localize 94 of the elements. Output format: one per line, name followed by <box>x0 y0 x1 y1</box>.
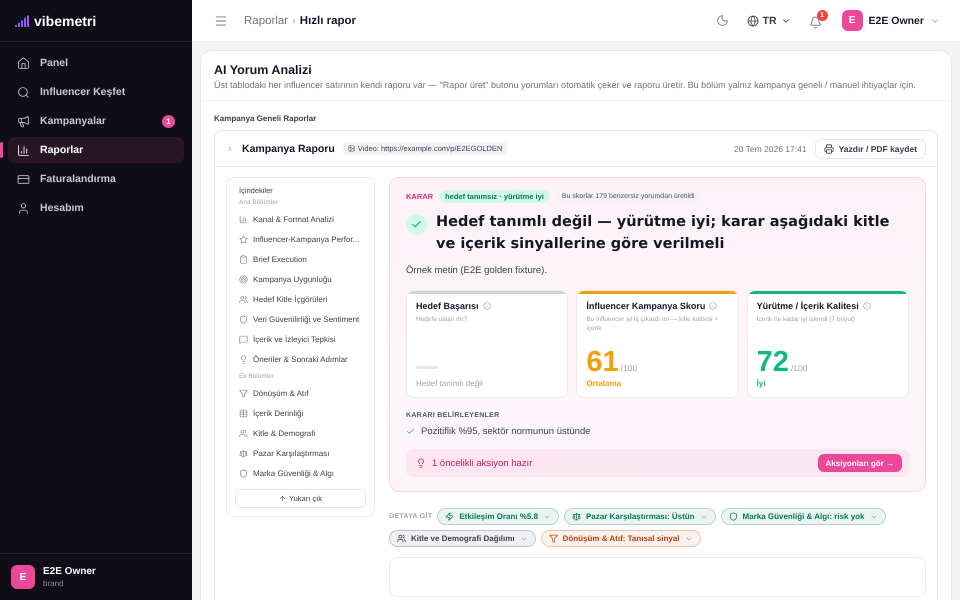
toc-link[interactable]: Dönüşüm & Atıf <box>235 383 366 403</box>
funnel-icon <box>548 534 558 543</box>
lightbulb-icon <box>239 354 248 364</box>
detail-chip[interactable]: Marka Güvenliği & Algı: risk yok <box>720 508 886 525</box>
detail-chip[interactable]: Dönüşüm & Atıf: Tanısal sinyal <box>540 530 700 547</box>
check-icon <box>406 427 415 436</box>
bar-chart-icon <box>239 214 248 224</box>
toc-link[interactable]: Influencer-Kampanya Perfor... <box>235 229 366 249</box>
action-text: 1 öncelikli aksiyon hazır <box>432 458 534 468</box>
info-icon[interactable] <box>862 302 871 310</box>
detail-chip[interactable]: Etkileşim Oranı %5.8 <box>437 508 560 525</box>
detail-chip[interactable]: Pazar Karşılaştırması: Üstün <box>564 508 716 525</box>
star-icon <box>239 234 248 244</box>
score-rating: Ortalama <box>586 379 622 388</box>
user-menu-button[interactable]: E E2E Owner <box>842 10 940 31</box>
shield-icon <box>728 512 738 521</box>
score-value: 61 <box>586 348 619 376</box>
language-button[interactable]: TR <box>744 12 793 28</box>
printer-icon <box>824 144 834 154</box>
table-icon <box>239 408 248 418</box>
toc-link[interactable]: Brief Execution <box>235 249 366 269</box>
toc-link[interactable]: İçerik Derinliği <box>235 403 366 423</box>
nav-icon <box>17 172 30 186</box>
lightbulb-icon <box>416 458 426 468</box>
bell-icon <box>808 16 822 29</box>
score-title: Hedef Başarısı <box>416 301 479 311</box>
score-rating: İyi <box>756 379 767 388</box>
report-title: Kampanya Raporu <box>242 142 335 154</box>
info-icon[interactable] <box>482 302 491 310</box>
nav-icon <box>17 202 30 214</box>
page-description: Üst tablodaki her influencer satırının kendi raporu var — "Rapor üret" butonu yorumları otomatik çeker ve raporu üretir. Bu bölüm yalnız kampanya geneli / manuel ihtiyaçlar için. <box>214 80 917 90</box>
section-title: Kampanya Geneli Raporlar <box>214 114 318 123</box>
nav-item[interactable]: Panel <box>8 50 184 76</box>
scale-icon <box>572 512 582 521</box>
toc-link[interactable]: İçerik ve İzleyici Tepkisi <box>235 329 366 349</box>
target-icon <box>239 274 248 284</box>
bolt-icon <box>445 512 454 521</box>
detail-chip[interactable]: Kitle ve Demografi Dağılımı <box>389 530 536 547</box>
funnel-icon <box>239 388 248 398</box>
score-value: 72 <box>756 348 789 376</box>
logo-bars-icon <box>15 14 29 26</box>
score-scale: /100 <box>620 363 638 373</box>
scale-icon <box>239 448 248 458</box>
moon-icon <box>716 14 729 27</box>
shield-icon <box>239 468 248 478</box>
toc-link[interactable]: Öneriler & Sonraki Adımlar <box>235 349 366 369</box>
report-date: 20 Tem 2026 17:41 <box>734 144 807 154</box>
score-rating: Hedef tanımlı değil <box>416 379 484 388</box>
toc-link[interactable]: Pazar Karşılaştırması <box>235 443 366 463</box>
score-scale: /100 <box>790 363 808 373</box>
toc-link[interactable]: Kanal & Format Analizi <box>235 209 366 229</box>
users-icon <box>239 294 248 304</box>
nav-item[interactable]: Influencer Keşfet <box>8 79 184 105</box>
toc-link[interactable]: Marka Güvenliği & Algı <box>235 463 366 483</box>
factor-text: Pozitiflik %95, sektör normunun üstünde <box>421 426 591 437</box>
actions-button[interactable]: Aksiyonları gör → <box>818 454 902 472</box>
clipboard-icon <box>239 254 248 264</box>
score-title: Yürütme / İçerik Kalitesi <box>756 301 859 311</box>
breadcrumb-link[interactable]: Hızlı rapor <box>300 14 356 26</box>
image-icon <box>348 145 355 152</box>
toc-link[interactable]: Kampanya Uygunluğu <box>235 269 366 289</box>
info-icon[interactable] <box>709 302 718 310</box>
breadcrumb-link[interactable]: Raporlar <box>244 14 288 26</box>
toc-link[interactable]: Veri Güvenilirliği ve Sentiment <box>235 309 366 329</box>
score-title: İnfluencer Kampanya Skoru <box>586 301 706 311</box>
globe-icon <box>746 14 759 26</box>
chat-bubble-icon <box>239 334 248 344</box>
decision-headline: Hedef tanımlı değil — yürütme iyi; karar aşağıdaki kitle ve içerik sinyallerine göre verilmeli <box>436 213 890 254</box>
user-name: E2E Owner <box>43 566 96 577</box>
nav-item[interactable]: Kampanyalar 1 <box>8 108 184 134</box>
count-badge: 1 <box>162 114 175 128</box>
sample-text: Örnek metin (E2E golden fixture). <box>406 265 548 276</box>
user-role: brand <box>43 579 64 588</box>
brand-name: vibemetri <box>34 12 96 28</box>
user-avatar: E <box>842 10 863 31</box>
nav-item[interactable]: Hesabım <box>8 195 184 221</box>
nav-icon <box>17 114 30 128</box>
toc-link[interactable]: Kitle & Demografi <box>235 423 366 443</box>
print-button[interactable]: Yazdır / PDF kaydet <box>814 138 926 158</box>
nav-icon <box>17 144 30 156</box>
menu-icon <box>214 14 228 28</box>
users-icon <box>397 534 406 543</box>
user-avatar: E <box>11 565 35 589</box>
check-icon <box>406 214 427 235</box>
nav-item[interactable]: Faturalandırma <box>8 166 184 192</box>
breadcrumb-separator: › <box>292 14 296 26</box>
shield-icon <box>239 314 248 324</box>
arrow-up-icon <box>279 495 286 502</box>
expand-icon[interactable] <box>226 144 234 152</box>
toc-link[interactable]: Hedef Kitle İçgörüleri <box>235 289 366 309</box>
page-title: AI Yorum Analizi <box>214 63 313 77</box>
nav-icon <box>17 86 30 98</box>
nav-icon <box>17 56 30 70</box>
users-icon <box>239 428 248 438</box>
